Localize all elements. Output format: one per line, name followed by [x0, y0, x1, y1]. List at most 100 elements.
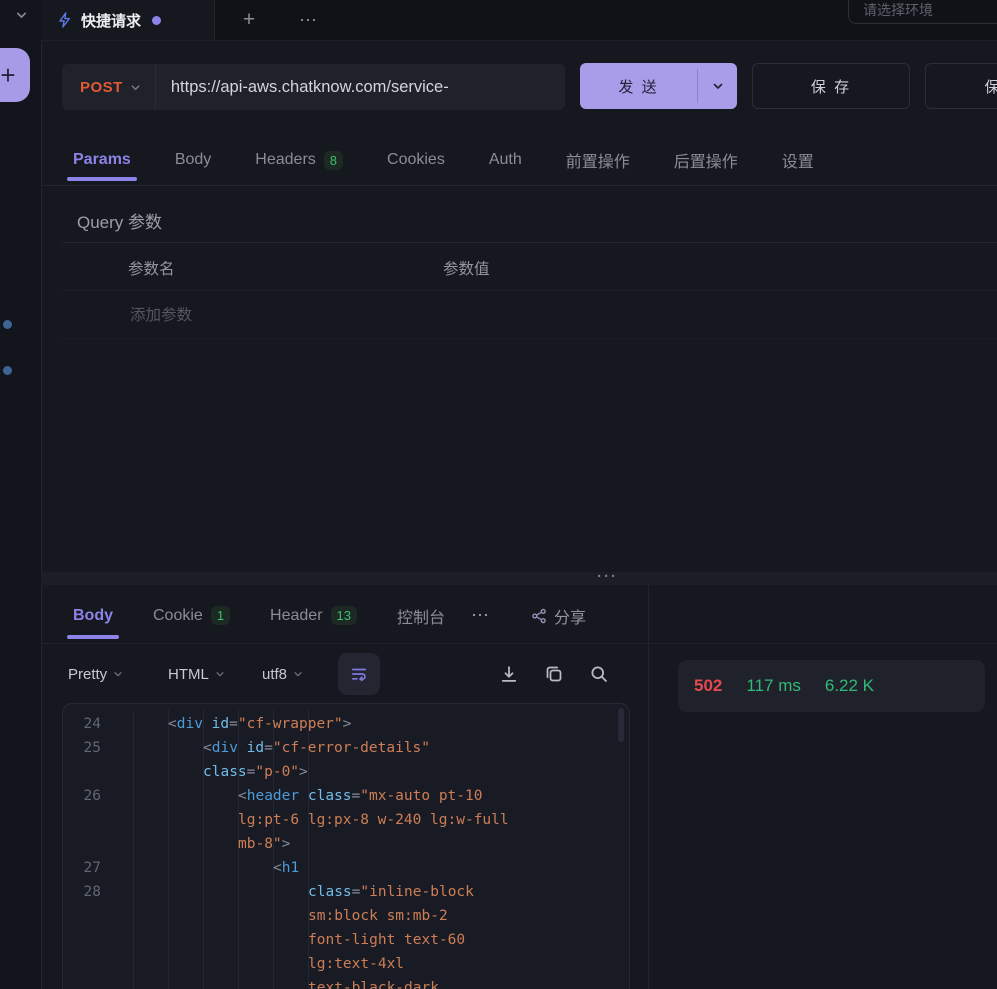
- line-number: [63, 832, 111, 856]
- pane-splitter[interactable]: ···: [41, 572, 997, 585]
- tab-settings[interactable]: 设置: [782, 135, 814, 185]
- encoding-dropdown[interactable]: utf8: [262, 650, 303, 698]
- tab-headers[interactable]: Headers 8: [255, 135, 343, 185]
- viewer-toolbar: Pretty HTML utf8: [41, 650, 648, 698]
- code-text: class="p-0">: [111, 760, 308, 784]
- tab-response-cookie[interactable]: Cookie 1: [153, 588, 230, 643]
- environment-select[interactable]: 请选择环境: [848, 0, 997, 24]
- tab-overflow-button[interactable]: ⋯: [291, 0, 327, 40]
- line-number: [63, 976, 111, 989]
- save-as-button[interactable]: 保存为: [925, 63, 997, 109]
- line-number: 28: [63, 880, 111, 904]
- tab-cookies[interactable]: Cookies: [387, 135, 445, 185]
- method-dropdown[interactable]: POST: [62, 79, 155, 96]
- send-options-caret[interactable]: [698, 63, 737, 109]
- add-parameter-row[interactable]: 添加参数: [130, 303, 192, 325]
- code-line: font-light text-60: [63, 928, 629, 952]
- tab-quick-request[interactable]: 快捷请求: [41, 0, 215, 40]
- method-label: POST: [80, 79, 123, 96]
- divider: [62, 290, 997, 291]
- code-line: text-black-dark: [63, 976, 629, 989]
- code-line: 27 <h1: [63, 856, 629, 880]
- line-number: 26: [63, 784, 111, 808]
- code-line: sm:block sm:mb-2: [63, 904, 629, 928]
- language-dropdown[interactable]: HTML: [168, 650, 225, 698]
- code-text: text-black-dark: [111, 976, 439, 989]
- line-number: 24: [63, 712, 111, 736]
- tab-auth[interactable]: Auth: [489, 135, 522, 185]
- language-value: HTML: [168, 666, 209, 683]
- response-tabs-overflow-button[interactable]: ⋯: [471, 605, 491, 626]
- divider: [62, 242, 997, 243]
- code-text: mb-8">: [111, 832, 290, 856]
- tab-header-label: Header: [270, 607, 322, 625]
- share-icon: [531, 608, 547, 624]
- code-line: mb-8">: [63, 832, 629, 856]
- code-line: 25 <div id="cf-error-details": [63, 736, 629, 760]
- line-number: [63, 808, 111, 832]
- wrap-text-icon: [350, 665, 368, 683]
- line-number: 25: [63, 736, 111, 760]
- chevron-down-icon: [215, 669, 225, 679]
- tab-params[interactable]: Params: [73, 135, 131, 185]
- header-count-badge: 13: [331, 606, 357, 625]
- unsaved-dot: [152, 16, 161, 25]
- format-dropdown[interactable]: Pretty: [68, 650, 123, 698]
- word-wrap-toggle[interactable]: [338, 653, 380, 695]
- left-rail: +: [0, 0, 42, 989]
- line-number: [63, 928, 111, 952]
- code-text: sm:block sm:mb-2: [111, 904, 448, 928]
- tab-headers-label: Headers: [255, 151, 315, 169]
- code-line: lg:pt-6 lg:px-8 w-240 lg:w-full: [63, 808, 629, 832]
- code-line: 24 <div id="cf-wrapper">: [63, 712, 629, 736]
- response-size: 6.22 K: [825, 676, 874, 696]
- scrollbar-thumb[interactable]: [618, 708, 624, 742]
- code-text: <div id="cf-error-details": [111, 736, 430, 760]
- tab-console-label: 控制台: [397, 604, 445, 628]
- collapse-chevron-icon[interactable]: [14, 8, 29, 23]
- rail-indicator-dot[interactable]: [3, 320, 12, 329]
- line-number: 27: [63, 856, 111, 880]
- query-section-title: Query 参数: [77, 208, 162, 233]
- code-text: <header class="mx-auto pt-10: [111, 784, 482, 808]
- tab-cookie-label: Cookie: [153, 607, 203, 625]
- tab-post-operations[interactable]: 后置操作: [674, 135, 738, 185]
- format-value: Pretty: [68, 666, 107, 683]
- line-number: [63, 760, 111, 784]
- rail-indicator-dot[interactable]: [3, 366, 12, 375]
- send-button[interactable]: 发 送: [580, 63, 737, 109]
- download-button[interactable]: [496, 661, 522, 687]
- app-window: + 快捷请求 + ⋯ 请选择环境 POST https://api-aws.ch…: [0, 0, 997, 989]
- search-button[interactable]: [586, 661, 612, 687]
- chevron-down-icon: [113, 669, 123, 679]
- copy-button[interactable]: [541, 661, 567, 687]
- url-input[interactable]: https://api-aws.chatknow.com/service-: [156, 78, 565, 97]
- response-body-viewer[interactable]: 24 <div id="cf-wrapper"> 25 <div id="cf-…: [62, 703, 630, 989]
- divider: [62, 338, 997, 339]
- save-button[interactable]: 保 存: [752, 63, 910, 109]
- tab-pre-operations[interactable]: 前置操作: [566, 135, 630, 185]
- request-tabs: Params Body Headers 8 Cookies Auth 前置操作 …: [41, 135, 997, 186]
- add-tab-button[interactable]: +: [233, 0, 265, 40]
- divider: [648, 585, 649, 989]
- splitter-handle[interactable]: ···: [597, 568, 618, 585]
- share-button[interactable]: 分享: [531, 604, 586, 628]
- tab-console[interactable]: 控制台: [397, 588, 445, 643]
- code-line: class="p-0">: [63, 760, 629, 784]
- code-line: 26 <header class="mx-auto pt-10: [63, 784, 629, 808]
- column-header-value: 参数值: [443, 257, 490, 279]
- tab-body[interactable]: Body: [175, 135, 211, 185]
- line-number: [63, 904, 111, 928]
- response-time: 117 ms: [746, 676, 801, 696]
- column-header-name: 参数名: [128, 257, 175, 279]
- tab-title: 快捷请求: [81, 10, 141, 31]
- code-text: <h1: [111, 856, 299, 880]
- code-text: font-light text-60: [111, 928, 465, 952]
- new-request-button[interactable]: +: [0, 48, 30, 102]
- tab-response-header[interactable]: Header 13: [270, 588, 357, 643]
- lightning-icon: [57, 12, 72, 28]
- tab-response-body[interactable]: Body: [73, 588, 113, 643]
- request-url-group: POST https://api-aws.chatknow.com/servic…: [62, 64, 565, 110]
- headers-count-badge: 8: [324, 151, 343, 170]
- code-text: lg:pt-6 lg:px-8 w-240 lg:w-full: [111, 808, 509, 832]
